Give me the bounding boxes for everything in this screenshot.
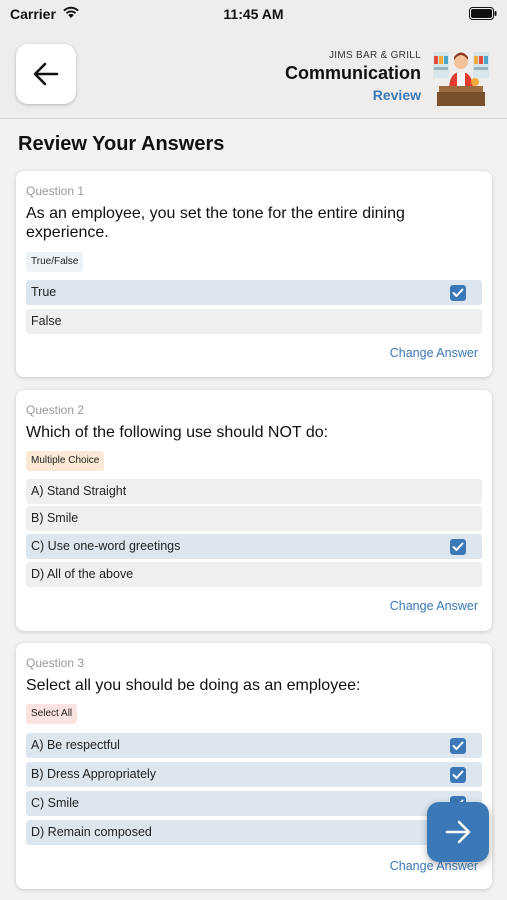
answer-option[interactable]: C) Use one-word greetings <box>26 534 482 559</box>
question-number: Question 1 <box>26 184 85 198</box>
answer-option[interactable]: D) Remain composed <box>26 820 482 845</box>
answer-option[interactable]: D) All of the above <box>26 562 482 587</box>
question-number: Question 3 <box>26 656 85 670</box>
change-answer-link[interactable]: Change Answer <box>390 599 478 613</box>
question-number: Question 2 <box>26 403 85 417</box>
option-label: C) Use one-word greetings <box>31 539 181 553</box>
answer-option[interactable]: True <box>26 280 482 305</box>
question-text: Select all you should be doing as an emp… <box>26 677 361 694</box>
page-title: Review Your Answers <box>18 133 225 155</box>
question-type-badge: Select All <box>26 704 78 724</box>
next-button[interactable] <box>427 802 489 862</box>
question-type-badge: True/False <box>26 252 84 272</box>
question-card: Question 3 Select all you should be doin… <box>16 643 492 889</box>
option-label: A) Stand Straight <box>31 484 127 498</box>
question-type-badge: Multiple Choice <box>26 451 105 471</box>
checkbox-checked-icon <box>450 285 466 301</box>
answer-option[interactable]: B) Smile <box>26 506 482 531</box>
restaurant-name: JIMS BAR & GRILL <box>328 50 421 61</box>
module-illustration <box>431 46 491 106</box>
answer-option[interactable]: A) Be respectful <box>26 733 482 758</box>
option-label: False <box>31 314 62 328</box>
checkbox-checked-icon <box>450 539 466 555</box>
option-label: D) Remain composed <box>31 825 152 839</box>
question-card: Question 1 As an employee, you set the t… <box>16 171 492 377</box>
answer-option[interactable]: B) Dress Appropriately <box>26 762 482 787</box>
checkbox-checked-icon <box>450 767 466 783</box>
status-bar: Carrier 11:45 AM <box>0 0 507 30</box>
clock: 11:45 AM <box>223 6 284 22</box>
question-text: As an employee, you set the tone for the… <box>26 205 405 241</box>
option-label: True <box>31 285 57 299</box>
arrow-left-icon <box>33 62 59 86</box>
option-label: D) All of the above <box>31 567 134 581</box>
back-button[interactable] <box>16 44 76 104</box>
header: JIMS BAR & GRILL Communication Review <box>0 30 507 119</box>
arrow-right-icon <box>445 820 471 844</box>
mode-label: Review <box>372 87 421 103</box>
module-title: Communication <box>284 63 421 83</box>
option-label: B) Dress Appropriately <box>31 767 157 781</box>
question-text: Which of the following use should NOT do… <box>26 424 329 441</box>
answer-option[interactable]: A) Stand Straight <box>26 479 482 504</box>
change-answer-link[interactable]: Change Answer <box>390 346 478 360</box>
answer-option[interactable]: C) Smile <box>26 791 482 816</box>
option-label: A) Be respectful <box>31 738 120 752</box>
option-label: B) Smile <box>31 511 79 525</box>
checkbox-checked-icon <box>450 738 466 754</box>
header-text: JIMS BAR & GRILL Communication Review <box>285 50 421 103</box>
answer-option[interactable]: False <box>26 309 482 334</box>
option-label: C) Smile <box>31 796 79 810</box>
battery-icon <box>469 7 497 20</box>
question-card: Question 2 Which of the following use sh… <box>16 390 492 631</box>
